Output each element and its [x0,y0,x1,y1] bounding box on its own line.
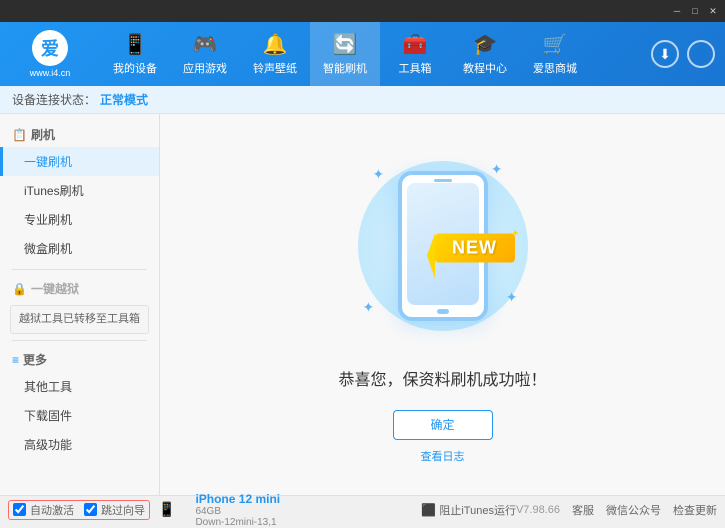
success-illustration: ✦ ✦ ✦ ✦ NEW ✦ [343,146,543,346]
stop-itunes-label: 阻止iTunes运行 [439,502,516,518]
nav-ringtone-label: 铃声壁纸 [253,60,297,76]
stop-itunes-area[interactable]: ⬛ 阻止iTunes运行 [421,502,516,518]
user-button[interactable]: 👤 [687,40,715,68]
nav-smart-flash-label: 智能刷机 [323,60,367,76]
auto-connect-label: 自动激活 [30,502,74,518]
maximize-button[interactable]: □ [687,3,703,19]
more-group-label: 更多 [23,351,47,368]
more-group-icon: ≡ [12,353,19,367]
sidebar-group-more: ≡ 更多 [0,347,159,372]
flash-group-icon: 📋 [12,128,27,142]
confirm-button[interactable]: 确定 [393,410,493,440]
check-update-link[interactable]: 检查更新 [673,502,717,518]
sidebar-divider-2 [12,340,147,341]
close-button[interactable]: ✕ [705,3,721,19]
app-game-icon: 🎮 [193,32,218,57]
nav-app-game-label: 应用游戏 [183,60,227,76]
sparkle-1: ✦ [373,166,385,183]
nav-tutorial-label: 教程中心 [463,60,507,76]
header-right: ⬇ 👤 [651,40,725,68]
new-ribbon: NEW ✦ [435,233,515,262]
flash-group-label: 刷机 [31,126,55,143]
smart-flash-icon: 🔄 [333,32,358,57]
download-button[interactable]: ⬇ [651,40,679,68]
sidebar-group-jailbreak: 🔒 一键越狱 [0,276,159,301]
nav-app-game[interactable]: 🎮 应用游戏 [170,22,240,86]
status-bar: 设备连接状态： 正常模式 [0,86,725,114]
my-device-icon: 📱 [123,32,148,57]
new-badge-text: NEW [452,237,497,257]
version-text: V7.98.66 [516,504,560,516]
logo-area[interactable]: 爱 www.i4.cn [0,22,100,86]
device-icon: 📱 [158,501,175,518]
phone-speaker [434,179,452,182]
nav-toolbox-label: 工具箱 [399,60,432,76]
sidebar-item-advanced[interactable]: 高级功能 [0,430,159,459]
sidebar-item-one-key-flash[interactable]: 一键刷机 [0,147,159,176]
shop-icon: 🛒 [543,32,568,57]
sidebar-item-download-fw[interactable]: 下载固件 [0,401,159,430]
sidebar-item-itunes-flash[interactable]: iTunes刷机 [0,176,159,205]
nav-smart-flash[interactable]: 🔄 智能刷机 [310,22,380,86]
phone-home-button [437,309,449,314]
new-stars: ✦ [511,228,519,239]
tutorial-icon: 🎓 [473,32,498,57]
sparkle-2: ✦ [491,161,503,178]
device-storage: 64GB [195,506,280,517]
sparkle-3: ✦ [363,299,375,316]
toolbox-icon: 🧰 [403,32,428,57]
wechat-link[interactable]: 微信公众号 [606,502,661,518]
ringtone-icon: 🔔 [263,32,288,57]
sidebar-notice: 越狱工具已转移至工具箱 [10,305,149,334]
bottom-left: 自动激活 跳过向导 📱 iPhone 12 mini 64GB Down-12m… [8,492,421,528]
nav-shop-label: 爱思商城 [533,60,577,76]
minimize-button[interactable]: ─ [669,3,685,19]
nav-shop[interactable]: 🛒 爱思商城 [520,22,590,86]
success-text: 恭喜您，保资料刷机成功啦！ [338,366,546,390]
stop-icon: ⬛ [421,503,436,517]
sidebar-item-micro-flash[interactable]: 微盒刷机 [0,234,159,263]
nav-bar: 📱 我的设备 🎮 应用游戏 🔔 铃声壁纸 🔄 智能刷机 🧰 工具箱 🎓 教程中心… [100,22,651,86]
sidebar-group-flash: 📋 刷机 [0,122,159,147]
nav-ringtone[interactable]: 🔔 铃声壁纸 [240,22,310,86]
jailbreak-group-label: 一键越狱 [31,280,79,297]
title-bar: ─ □ ✕ [0,0,725,22]
header: 爱 www.i4.cn 📱 我的设备 🎮 应用游戏 🔔 铃声壁纸 🔄 智能刷机 … [0,22,725,86]
checkbox-group: 自动激活 跳过向导 [8,500,150,520]
sidebar-divider-1 [12,269,147,270]
skip-wizard-checkbox[interactable] [84,503,97,516]
nav-my-device-label: 我的设备 [113,60,157,76]
sidebar-item-other-tools[interactable]: 其他工具 [0,372,159,401]
sparkle-4: ✦ [506,289,518,306]
sidebar-item-pro-flash[interactable]: 专业刷机 [0,205,159,234]
status-label: 设备连接状态： [12,91,96,108]
logo-icon: 爱 [32,30,68,66]
view-log-link[interactable]: 查看日志 [421,448,465,464]
content-area: ✦ ✦ ✦ ✦ NEW ✦ 恭喜您，保资料刷机成功啦！ 确定 查看日志 [160,114,725,495]
skip-wizard-label: 跳过向导 [101,502,145,518]
device-name: iPhone 12 mini [195,492,280,506]
jailbreak-group-icon: 🔒 [12,282,27,296]
auto-connect-checkbox[interactable] [13,503,26,516]
logo-url: www.i4.cn [30,68,71,78]
new-banner: NEW ✦ [435,233,515,278]
device-info: iPhone 12 mini 64GB Down-12mini-13,1 [195,492,280,528]
status-value: 正常模式 [100,91,148,108]
bottom-right: V7.98.66 客服 微信公众号 检查更新 [516,502,717,518]
main-layout: 📋 刷机 一键刷机 iTunes刷机 专业刷机 微盒刷机 🔒 一键越狱 越狱工具… [0,114,725,495]
bottom-bar: 自动激活 跳过向导 📱 iPhone 12 mini 64GB Down-12m… [0,495,725,523]
device-model: Down-12mini-13,1 [195,517,280,528]
customer-service-link[interactable]: 客服 [572,502,594,518]
nav-toolbox[interactable]: 🧰 工具箱 [380,22,450,86]
nav-my-device[interactable]: 📱 我的设备 [100,22,170,86]
sidebar: 📋 刷机 一键刷机 iTunes刷机 专业刷机 微盒刷机 🔒 一键越狱 越狱工具… [0,114,160,495]
nav-tutorial[interactable]: 🎓 教程中心 [450,22,520,86]
